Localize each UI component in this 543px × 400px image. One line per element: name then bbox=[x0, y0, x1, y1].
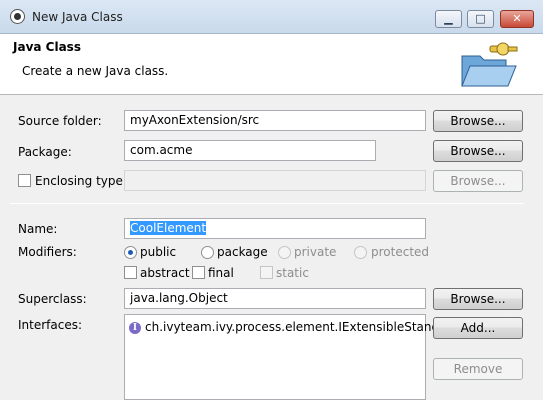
superclass-browse-button[interactable]: Browse... bbox=[433, 288, 523, 310]
name-label: Name: bbox=[18, 222, 58, 236]
window-title: New Java Class bbox=[32, 10, 123, 24]
close-button[interactable]: ✕ bbox=[500, 10, 534, 28]
modifier-protected-label: protected bbox=[371, 245, 430, 259]
interfaces-list[interactable]: Ich.ivyteam.ivy.process.element.IExtensi… bbox=[124, 314, 462, 400]
modifier-package-radio[interactable] bbox=[201, 246, 214, 259]
package-browse-button[interactable]: Browse... bbox=[433, 140, 523, 162]
add-interface-button[interactable]: Add... bbox=[433, 317, 523, 339]
interface-icon: I bbox=[129, 321, 141, 334]
modifier-public-radio[interactable] bbox=[124, 246, 137, 259]
modifier-abstract-checkbox[interactable] bbox=[124, 266, 137, 279]
maximize-button[interactable]: □ bbox=[467, 10, 494, 28]
minimize-button[interactable]: ▁ bbox=[435, 10, 462, 28]
modifiers-label: Modifiers: bbox=[18, 245, 77, 259]
modifier-private-label: private bbox=[294, 245, 337, 259]
source-folder-input[interactable]: myAxonExtension/src bbox=[124, 110, 426, 131]
modifier-protected-radio[interactable] bbox=[354, 246, 367, 259]
modifier-private-radio[interactable] bbox=[278, 246, 291, 259]
new-class-wizard-icon bbox=[461, 42, 518, 87]
enclosing-type-browse-button[interactable]: Browse... bbox=[433, 170, 523, 192]
modifier-abstract-label: abstract bbox=[140, 266, 190, 280]
modifier-public-label: public bbox=[140, 245, 177, 259]
modifier-package-label: package bbox=[217, 245, 268, 259]
enclosing-type-checkbox[interactable] bbox=[18, 174, 31, 187]
modifier-static-checkbox[interactable] bbox=[260, 266, 273, 279]
modifier-final-checkbox[interactable] bbox=[192, 266, 205, 279]
superclass-label: Superclass: bbox=[18, 292, 87, 306]
interfaces-label: Interfaces: bbox=[18, 318, 83, 332]
page-description: Create a new Java class. bbox=[22, 64, 169, 78]
separator bbox=[10, 203, 524, 204]
enclosing-type-label: Enclosing type: bbox=[35, 174, 127, 188]
page-title: Java Class bbox=[13, 40, 81, 54]
package-input[interactable]: com.acme bbox=[124, 140, 376, 161]
remove-interface-button[interactable]: Remove bbox=[433, 358, 523, 380]
enclosing-type-input[interactable] bbox=[124, 170, 426, 191]
window-title-bar: New Java Class ▁ □ ✕ bbox=[0, 0, 543, 34]
source-folder-label: Source folder: bbox=[18, 114, 102, 128]
list-item[interactable]: Ich.ivyteam.ivy.process.element.IExtensi… bbox=[129, 318, 462, 336]
source-folder-browse-button[interactable]: Browse... bbox=[433, 110, 523, 132]
superclass-input[interactable]: java.lang.Object bbox=[124, 288, 426, 309]
modifier-final-label: final bbox=[208, 266, 234, 280]
interface-name: ch.ivyteam.ivy.process.element.IExtensib… bbox=[145, 320, 462, 334]
package-label: Package: bbox=[18, 145, 72, 159]
modifier-static-label: static bbox=[276, 266, 309, 280]
eclipse-app-icon bbox=[10, 9, 25, 24]
name-input[interactable]: CoolElement bbox=[124, 218, 426, 239]
name-input-selected-text: CoolElement bbox=[130, 221, 207, 235]
